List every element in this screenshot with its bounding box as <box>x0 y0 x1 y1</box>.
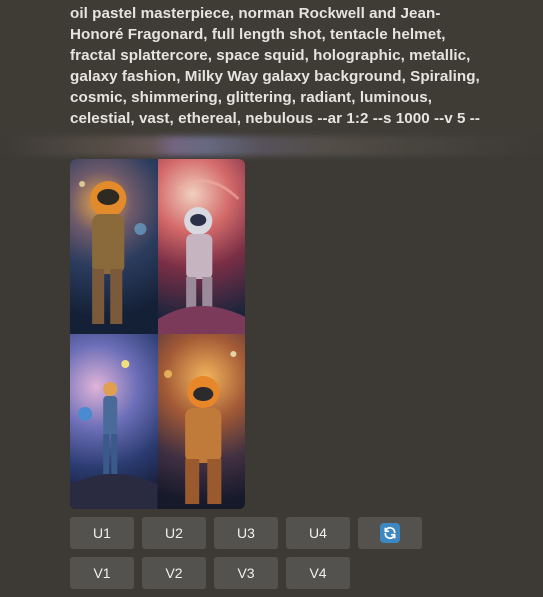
upscale-button-row: U1 U2 U3 U4 <box>70 517 422 549</box>
refresh-icon <box>380 523 400 543</box>
generated-image-1[interactable] <box>70 159 158 334</box>
generated-image-3[interactable] <box>70 334 158 509</box>
prompt-text: oil pastel masterpiece, norman Rockwell … <box>70 5 480 127</box>
variation-button-4[interactable]: V4 <box>286 557 350 589</box>
upscale-button-4[interactable]: U4 <box>286 517 350 549</box>
variation-button-3[interactable]: V3 <box>214 557 278 589</box>
astronaut-image-4 <box>163 351 236 504</box>
upscale-button-2[interactable]: U2 <box>142 517 206 549</box>
variation-button-2[interactable]: V2 <box>142 557 206 589</box>
upscale-button-3[interactable]: U3 <box>214 517 278 549</box>
astronaut-image-3 <box>70 360 158 509</box>
generated-image-grid[interactable] <box>70 159 245 509</box>
variation-button-row: V1 V2 V3 V4 <box>70 557 350 589</box>
prompt-message: oil pastel masterpiece, norman Rockwell … <box>0 0 543 154</box>
astronaut-image-2 <box>157 179 245 334</box>
reroll-button[interactable] <box>358 517 422 549</box>
generated-image-2[interactable] <box>157 159 245 334</box>
upscale-button-1[interactable]: U1 <box>70 517 134 549</box>
image-preview-blur <box>0 136 543 156</box>
generated-image-4[interactable] <box>157 334 245 509</box>
astronaut-image-1 <box>79 181 147 324</box>
variation-button-1[interactable]: V1 <box>70 557 134 589</box>
